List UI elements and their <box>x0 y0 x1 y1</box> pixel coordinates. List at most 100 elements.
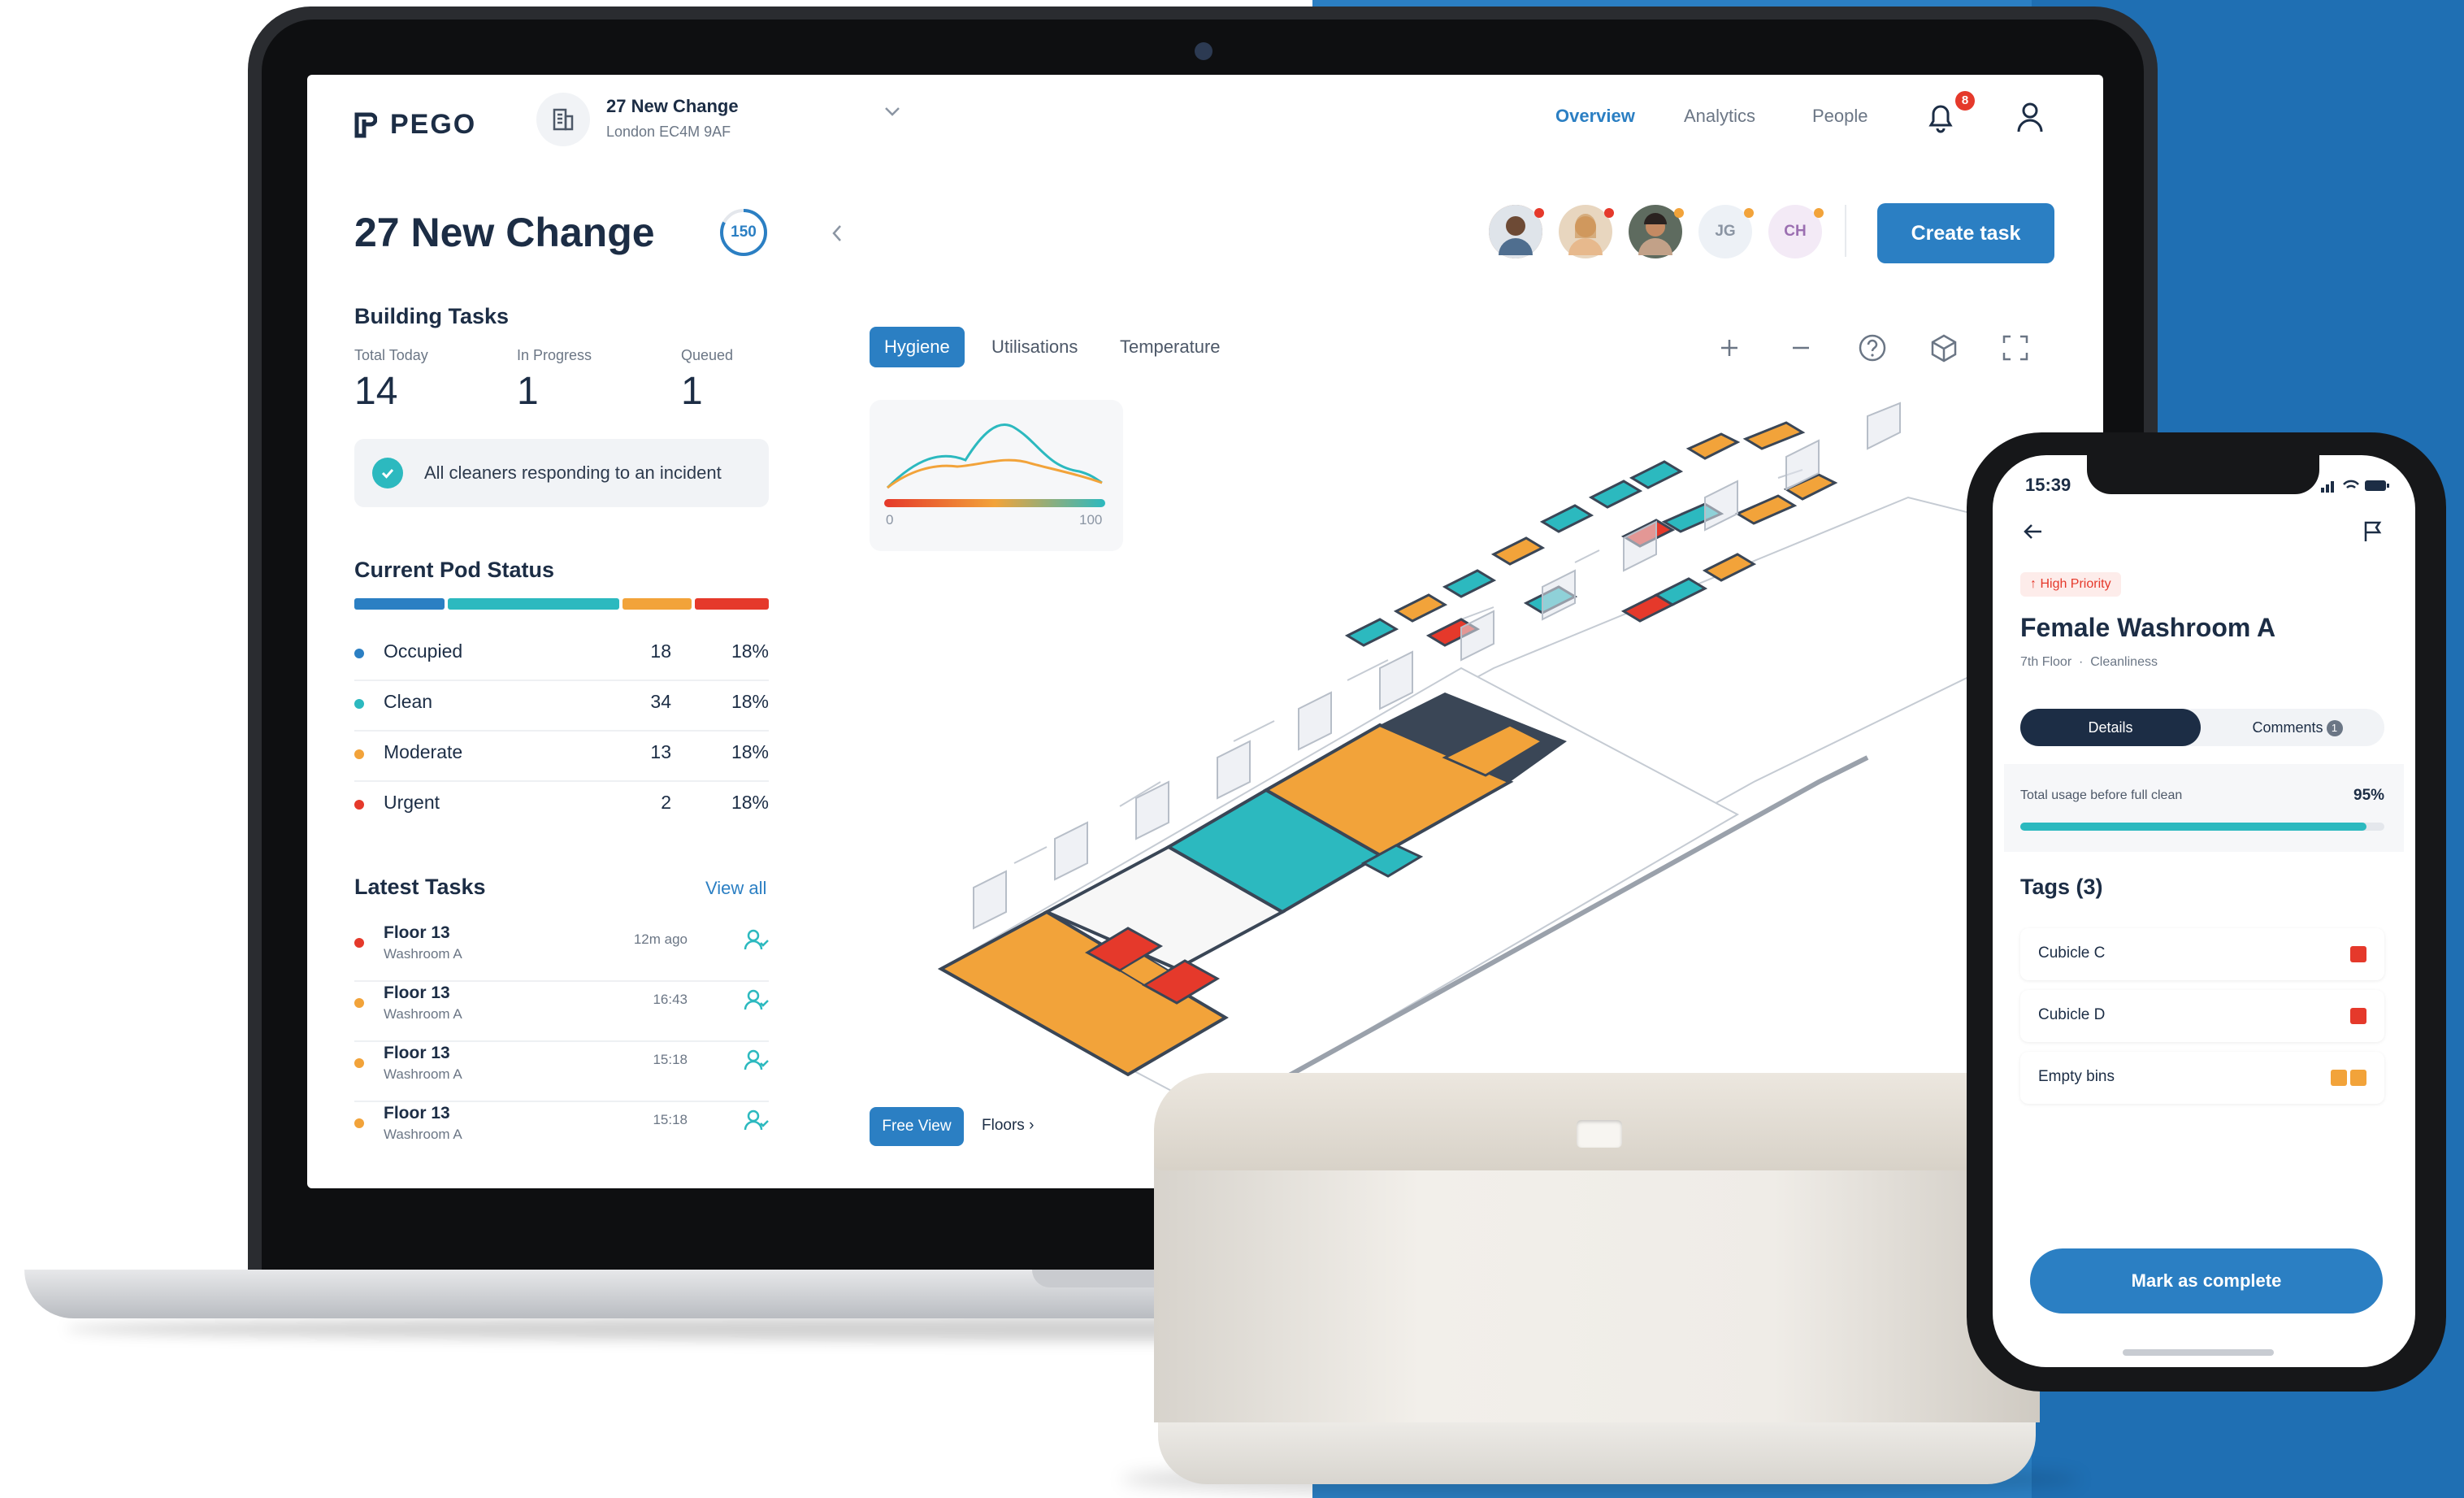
priority-badge: ↑ High Priority <box>2020 572 2121 597</box>
create-task-button[interactable]: Create task <box>1877 203 2054 263</box>
building-tasks-title: Building Tasks <box>354 304 510 328</box>
tag-color-square <box>2350 1070 2366 1086</box>
tag-name: Cubicle D <box>2038 1006 2106 1023</box>
status-dot <box>354 1058 364 1068</box>
nav-people[interactable]: People <box>1812 106 1868 127</box>
pod-row-count: 18 <box>650 640 671 662</box>
assign-user-icon[interactable] <box>743 987 770 1014</box>
flag-icon[interactable] <box>2362 520 2384 543</box>
usage-card <box>2004 764 2404 852</box>
sensor-hub-base <box>1158 1414 2036 1484</box>
task-floor: Floor 13 <box>384 1044 450 1062</box>
building-selector-name[interactable]: 27 New Change <box>606 96 739 117</box>
presence-dot <box>1604 208 1614 218</box>
assign-user-icon[interactable] <box>743 1107 770 1135</box>
task-room: Washroom A <box>384 946 462 962</box>
task-row[interactable]: Floor 13 Washroom A 15:18 <box>354 1040 769 1102</box>
task-room: Washroom A <box>384 1006 462 1022</box>
phone-notch <box>2087 455 2319 494</box>
tab-hygiene[interactable]: Hygiene <box>870 327 965 367</box>
phone-clock: 15:39 <box>2025 475 2071 495</box>
home-indicator <box>2123 1349 2274 1356</box>
presence-dot <box>1814 208 1824 218</box>
tab-details[interactable]: Details <box>2020 709 2201 746</box>
task-category: Cleanliness <box>2090 655 2158 669</box>
status-dot <box>354 749 364 759</box>
sensor-hub-slot <box>1577 1120 1622 1148</box>
task-room: Washroom A <box>384 1066 462 1082</box>
incident-alert: All cleaners responding to an incident <box>354 439 769 507</box>
usage-label: Total usage before full clean <box>2020 788 2183 802</box>
check-icon <box>372 458 403 488</box>
task-row[interactable]: Floor 13 Washroom A 12m ago <box>354 920 769 982</box>
mark-complete-button[interactable]: Mark as complete <box>2030 1248 2383 1313</box>
task-row[interactable]: Floor 13 Washroom A 15:18 <box>354 1101 769 1161</box>
pod-row-pct: 18% <box>731 640 769 662</box>
pod-bar-clean <box>447 598 619 610</box>
fullscreen-icon[interactable] <box>1999 332 2032 364</box>
brand-logo[interactable]: PEGO <box>354 109 476 141</box>
incident-alert-text: All cleaners responding to an incident <box>424 462 722 483</box>
building-selector-address: London EC4M 9AF <box>606 124 731 140</box>
task-time: 15:18 <box>653 1112 688 1127</box>
3d-view-icon[interactable] <box>1928 332 1960 364</box>
tab-utilisations[interactable]: Utilisations <box>991 327 1078 367</box>
task-time: 12m ago <box>633 931 688 947</box>
zoom-in-icon[interactable] <box>1713 332 1746 364</box>
tag-row[interactable]: Empty bins <box>2020 1052 2384 1104</box>
tab-comments-label: Comments <box>2252 719 2323 736</box>
laptop-camera <box>1195 42 1212 60</box>
sensor-hub-body <box>1154 1162 2040 1422</box>
tag-color-square <box>2350 946 2366 962</box>
pod-row-pct: 18% <box>731 691 769 712</box>
building-icon <box>536 93 590 146</box>
comments-count-badge: 1 <box>2326 720 2343 737</box>
priority-label: High Priority <box>2040 577 2111 591</box>
help-icon[interactable] <box>1856 332 1889 364</box>
tag-color-square <box>2350 1008 2366 1024</box>
tab-temperature[interactable]: Temperature <box>1120 327 1221 367</box>
tag-row[interactable]: Cubicle D <box>2020 990 2384 1042</box>
bell-icon[interactable] <box>1924 99 1957 135</box>
presence-dot <box>1534 208 1544 218</box>
nav-analytics[interactable]: Analytics <box>1684 106 1755 127</box>
zoom-out-icon[interactable] <box>1785 332 1817 364</box>
task-title: Female Washroom A <box>2020 613 2276 642</box>
pod-row-count: 2 <box>661 792 671 813</box>
status-dot <box>354 699 364 709</box>
pod-row-name: Urgent <box>384 792 440 813</box>
pego-logo-icon <box>354 112 378 138</box>
pod-status-bar <box>354 598 769 610</box>
pod-row: Moderate 13 18% <box>354 730 769 782</box>
page-title: 27 New Change <box>354 210 655 255</box>
pod-status-title: Current Pod Status <box>354 558 555 582</box>
pod-row-pct: 18% <box>731 792 769 813</box>
floor-plan-3d[interactable] <box>925 400 2103 1164</box>
status-dot <box>354 800 364 810</box>
back-arrow-icon[interactable] <box>2022 520 2045 543</box>
free-view-button[interactable]: Free View <box>870 1107 964 1146</box>
status-dot <box>354 998 364 1008</box>
header-divider <box>1845 205 1846 257</box>
status-dot <box>354 938 364 948</box>
task-floor: Floor 13 <box>384 1104 450 1122</box>
stat-value: 14 <box>354 370 398 413</box>
latest-tasks-title: Latest Tasks <box>354 875 486 899</box>
score-value: 150 <box>731 224 757 241</box>
pod-row-pct: 18% <box>731 741 769 762</box>
tab-comments[interactable]: Comments 1 <box>2210 709 2384 746</box>
tag-row[interactable]: Cubicle C <box>2020 928 2384 980</box>
task-row[interactable]: Floor 13 Washroom A 16:43 <box>354 980 769 1042</box>
pod-row: Occupied 18 18% <box>354 629 769 681</box>
assign-user-icon[interactable] <box>743 927 770 954</box>
user-icon[interactable] <box>2014 99 2046 135</box>
nav-overview[interactable]: Overview <box>1555 106 1635 127</box>
tag-name: Empty bins <box>2038 1068 2115 1085</box>
assign-user-icon[interactable] <box>743 1047 770 1075</box>
pod-row-name: Moderate <box>384 741 463 762</box>
stat-label: Total Today <box>354 347 428 363</box>
view-all-link[interactable]: View all <box>705 878 766 899</box>
chevron-down-icon[interactable] <box>880 99 904 124</box>
floors-link[interactable]: Floors › <box>982 1117 1034 1135</box>
chevron-left-icon[interactable] <box>827 221 847 245</box>
